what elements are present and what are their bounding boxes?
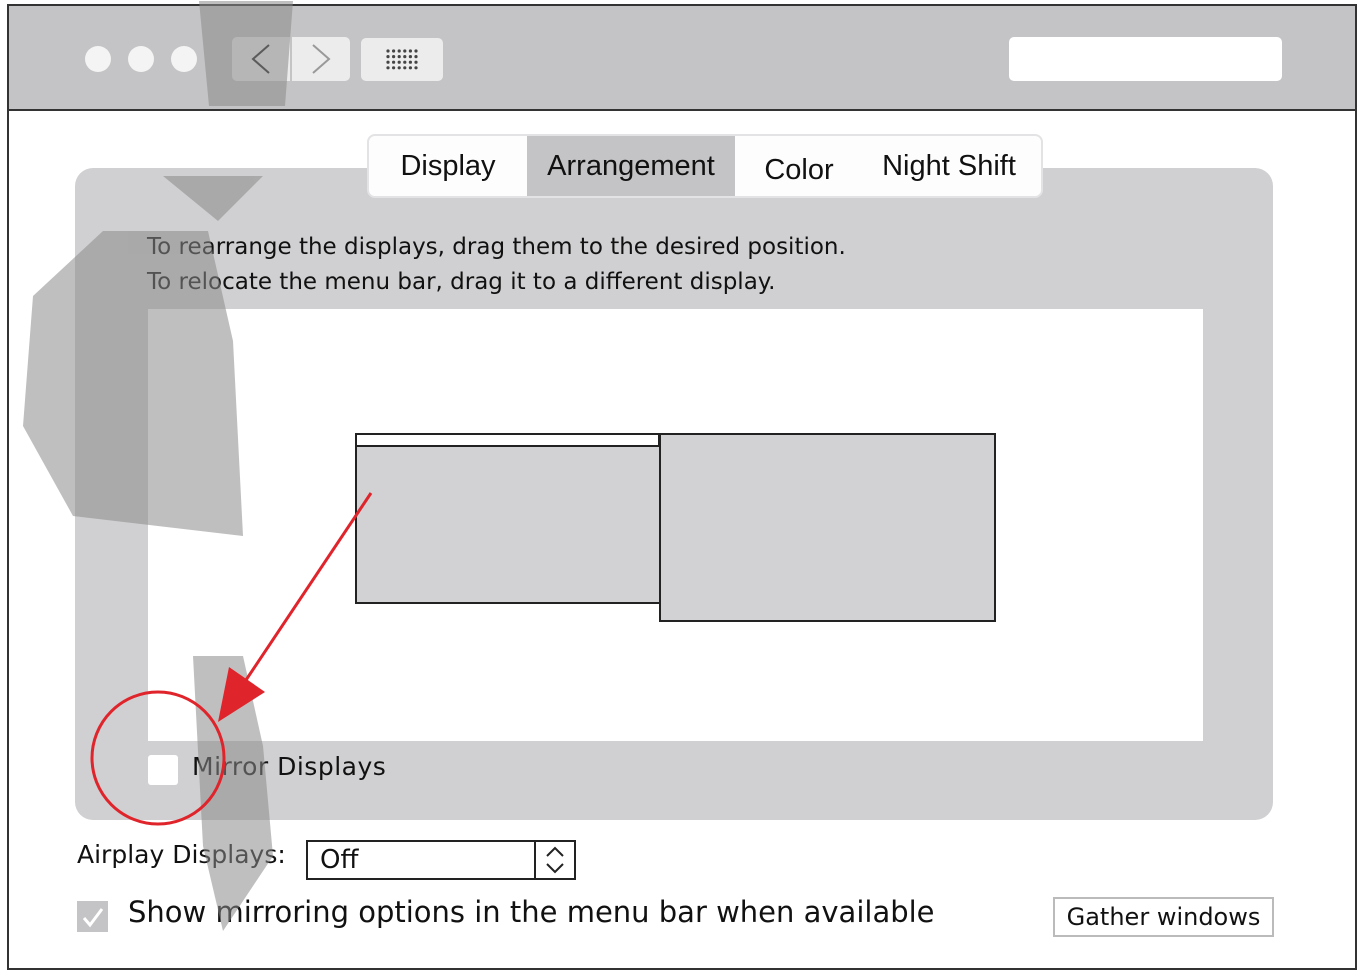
search-input[interactable]: [1009, 37, 1282, 81]
tab-color[interactable]: Color: [735, 136, 863, 196]
menu-bar-indicator[interactable]: [355, 433, 660, 447]
instructions: To rearrange the displays, drag them to …: [147, 230, 846, 300]
tab-arrangement[interactable]: Arrangement: [527, 136, 735, 196]
select-stepper[interactable]: [534, 842, 574, 878]
tab-bar: Display Arrangement Color Night Shift: [367, 134, 1043, 198]
instruction-line-2: To relocate the menu bar, drag it to a d…: [147, 269, 776, 295]
minimize-window-button[interactable]: [128, 46, 154, 72]
close-window-button[interactable]: [85, 46, 111, 72]
mirror-displays-checkbox[interactable]: [148, 755, 178, 785]
airplay-selected-value: Off: [320, 845, 359, 875]
tab-night-shift[interactable]: Night Shift: [857, 136, 1041, 196]
show-all-button[interactable]: [361, 38, 443, 81]
show-mirroring-checkbox[interactable]: [77, 901, 108, 932]
navigation-buttons: [232, 37, 350, 81]
grid-icon: [386, 48, 418, 69]
gather-windows-button[interactable]: Gather windows: [1053, 897, 1274, 937]
airplay-displays-select[interactable]: Off: [306, 840, 576, 880]
chevron-right-icon: [312, 44, 331, 74]
title-bar: [9, 6, 1355, 111]
primary-display[interactable]: [355, 445, 662, 604]
instruction-line-1: To rearrange the displays, drag them to …: [147, 234, 846, 260]
airplay-displays-label: Airplay Displays:: [77, 840, 286, 869]
secondary-display[interactable]: [659, 433, 996, 622]
forward-button[interactable]: [290, 37, 350, 81]
tab-display[interactable]: Display: [369, 136, 527, 196]
zoom-window-button[interactable]: [171, 46, 197, 72]
mirror-displays-label: Mirror Displays: [192, 752, 387, 781]
checkmark-icon: [82, 907, 103, 927]
show-mirroring-label: Show mirroring options in the menu bar w…: [128, 895, 935, 929]
chevron-left-icon: [251, 44, 270, 74]
back-button[interactable]: [232, 37, 290, 81]
chevron-up-down-icon: [546, 846, 564, 874]
